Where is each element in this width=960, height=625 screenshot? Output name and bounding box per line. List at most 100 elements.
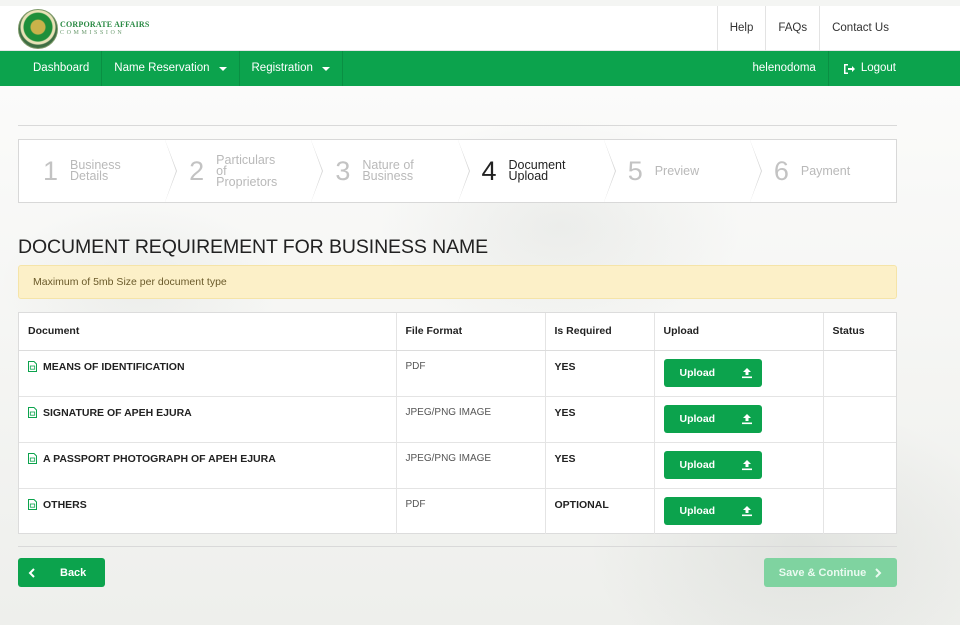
document-name: A PASSPORT PHOTOGRAPH OF APEH EJURA bbox=[28, 453, 387, 465]
step-number: 2 bbox=[189, 155, 205, 186]
wizard-step-preview[interactable]: 5 Preview bbox=[604, 140, 762, 202]
wizard-step-business-details[interactable]: 1 Business Details bbox=[19, 140, 178, 202]
upload-icon bbox=[741, 413, 752, 424]
file-pdf-icon bbox=[28, 361, 37, 372]
upload-cell: Upload bbox=[654, 395, 824, 442]
chevron-left-icon bbox=[28, 567, 35, 578]
logout-label: Logout bbox=[860, 62, 896, 74]
page-title: DOCUMENT REQUIREMENT FOR BUSINESS NAME bbox=[18, 236, 489, 258]
table-row: SIGNATURE OF APEH EJURA JPEG/PNG IMAGE Y… bbox=[19, 395, 896, 442]
upload-button[interactable]: Upload bbox=[663, 496, 762, 525]
step-number: 4 bbox=[481, 155, 497, 186]
file-format-cell: JPEG/PNG IMAGE bbox=[396, 395, 546, 442]
file-format-cell: PDF bbox=[396, 487, 546, 534]
step-label: Document Upload bbox=[508, 158, 566, 183]
table-row: MEANS OF IDENTIFICATION PDF YES Upload bbox=[19, 350, 896, 396]
coat-of-arms-icon bbox=[18, 9, 58, 49]
contact-us-link[interactable]: Contact Us bbox=[819, 6, 901, 51]
col-is-required: Is Required bbox=[545, 313, 655, 351]
step-label: Nature of Business bbox=[362, 158, 414, 183]
status-cell bbox=[823, 487, 896, 534]
nav-registration[interactable]: Registration bbox=[240, 51, 343, 86]
divider bbox=[18, 546, 897, 547]
upload-cell: Upload bbox=[654, 487, 824, 534]
wizard-step-nature-of-business[interactable]: 3 Nature of Business bbox=[311, 140, 470, 202]
caret-down-icon bbox=[218, 66, 227, 71]
file-format-cell: JPEG/PNG IMAGE bbox=[396, 441, 546, 488]
upload-cell: Upload bbox=[654, 441, 824, 488]
wizard-step-particulars-of-proprietors[interactable]: 2 Particulars of Proprietors bbox=[165, 140, 324, 202]
wizard-step-payment[interactable]: 6 Payment bbox=[750, 140, 896, 202]
is-required-cell: YES bbox=[545, 395, 655, 442]
divider bbox=[18, 125, 897, 126]
step-label: Business Details bbox=[70, 158, 121, 183]
top-header: CORPORATE AFFAIRS COMMISSION Help FAQs C… bbox=[0, 6, 960, 51]
document-name-text: A PASSPORT PHOTOGRAPH OF APEH EJURA bbox=[43, 452, 276, 465]
wizard-step-document-upload[interactable]: 4 Document Upload bbox=[458, 140, 616, 202]
document-table: Document File Format Is Required Upload … bbox=[18, 312, 897, 534]
logout-link[interactable]: Logout bbox=[829, 51, 896, 86]
back-button[interactable]: Back bbox=[18, 558, 105, 587]
logo-line2: COMMISSION bbox=[60, 30, 125, 36]
status-cell bbox=[823, 441, 896, 488]
sign-out-icon bbox=[843, 63, 855, 74]
faqs-link[interactable]: FAQs bbox=[765, 6, 819, 51]
status-cell bbox=[823, 395, 896, 442]
step-separator-fill bbox=[603, 140, 615, 202]
step-label: Payment bbox=[800, 163, 851, 178]
document-cell: A PASSPORT PHOTOGRAPH OF APEH EJURA bbox=[19, 441, 397, 488]
document-name-text: MEANS OF IDENTIFICATION bbox=[43, 360, 185, 373]
nav-name-reservation-label: Name Reservation bbox=[114, 62, 210, 74]
upload-button[interactable]: Upload bbox=[663, 404, 762, 433]
upload-icon bbox=[741, 367, 752, 378]
file-pdf-icon bbox=[28, 453, 37, 464]
cac-logo[interactable]: CORPORATE AFFAIRS COMMISSION bbox=[18, 9, 150, 49]
table-row: OTHERS PDF OPTIONAL Upload bbox=[19, 487, 896, 534]
top-links: Help FAQs Contact Us bbox=[716, 6, 901, 51]
nav-menu: Dashboard Name Reservation Registration bbox=[21, 51, 343, 86]
save-continue-label: Save & Continue bbox=[778, 566, 867, 579]
nav-registration-label: Registration bbox=[251, 62, 313, 74]
help-link[interactable]: Help bbox=[716, 6, 766, 51]
nav-dashboard-label: Dashboard bbox=[33, 62, 90, 74]
step-label: Particulars of Proprietors bbox=[216, 152, 278, 189]
document-cell: OTHERS bbox=[19, 487, 397, 534]
step-number: 3 bbox=[335, 155, 351, 186]
step-separator-fill bbox=[165, 140, 177, 202]
step-number: 1 bbox=[43, 155, 59, 186]
upload-cell: Upload bbox=[654, 350, 824, 396]
nav-user-area: helenodoma Logout bbox=[741, 51, 896, 86]
upload-label: Upload bbox=[679, 458, 716, 471]
upload-label: Upload bbox=[679, 504, 716, 517]
step-number: 6 bbox=[773, 155, 789, 186]
document-name: OTHERS bbox=[28, 499, 387, 511]
status-cell bbox=[823, 350, 896, 396]
chevron-right-icon bbox=[875, 567, 882, 578]
step-separator-fill bbox=[749, 140, 761, 202]
step-number: 5 bbox=[627, 155, 643, 186]
size-limit-alert: Maximum of 5mb Size per document type bbox=[18, 265, 897, 299]
step-separator-fill bbox=[311, 140, 323, 202]
upload-button[interactable]: Upload bbox=[663, 358, 762, 387]
upload-button[interactable]: Upload bbox=[663, 450, 762, 479]
registration-wizard: 1 Business Details 2 Particulars of Prop… bbox=[18, 139, 897, 203]
is-required-cell: OPTIONAL bbox=[545, 487, 655, 534]
document-name: MEANS OF IDENTIFICATION bbox=[28, 361, 387, 373]
logo-text: CORPORATE AFFAIRS COMMISSION bbox=[60, 20, 150, 38]
document-name-text: OTHERS bbox=[43, 498, 87, 511]
document-cell: MEANS OF IDENTIFICATION bbox=[19, 350, 397, 396]
col-document: Document bbox=[19, 313, 397, 351]
main-navbar: Dashboard Name Reservation Registration … bbox=[0, 51, 960, 86]
nav-name-reservation[interactable]: Name Reservation bbox=[102, 51, 240, 86]
upload-icon bbox=[741, 505, 752, 516]
document-name: SIGNATURE OF APEH EJURA bbox=[28, 407, 387, 419]
back-label: Back bbox=[60, 566, 87, 579]
file-format-cell: PDF bbox=[396, 350, 546, 396]
file-pdf-icon bbox=[28, 499, 37, 510]
save-continue-button[interactable]: Save & Continue bbox=[764, 558, 897, 587]
username-label: helenodoma bbox=[741, 51, 829, 86]
col-status: Status bbox=[823, 313, 896, 351]
col-file-format: File Format bbox=[396, 313, 546, 351]
nav-dashboard[interactable]: Dashboard bbox=[21, 51, 103, 86]
file-pdf-icon bbox=[28, 407, 37, 418]
